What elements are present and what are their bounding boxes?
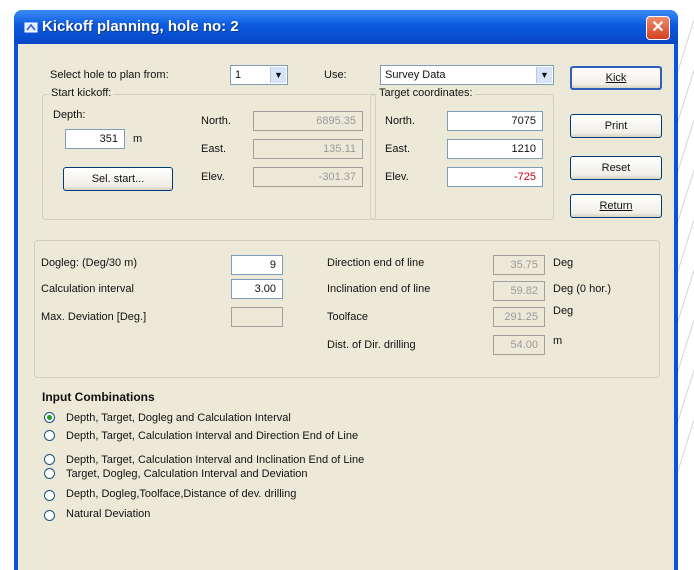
depth-field[interactable]: 351 <box>65 129 125 149</box>
radio-option-2-label[interactable]: Depth, Target, Calculation Interval and … <box>66 430 358 442</box>
title-bar[interactable]: Kickoff planning, hole no: 2 ✕ <box>14 10 678 44</box>
target-coordinates-title: Target coordinates: <box>377 87 475 99</box>
use-select-value: Survey Data <box>385 69 446 81</box>
calc-interval-label: Calculation interval <box>41 283 134 295</box>
target-coordinates-group: Target coordinates: North. 7075 East. 12… <box>370 87 554 220</box>
radio-option-3-label[interactable]: Depth, Target, Calculation Interval and … <box>66 454 364 466</box>
parameters-panel: Dogleg: (Deg/30 m) 9 Calculation interva… <box>34 240 660 378</box>
app-icon <box>24 22 38 33</box>
inclination-end-label: Inclination end of line <box>327 283 431 295</box>
radio-option-3[interactable] <box>44 454 55 465</box>
use-label: Use: <box>324 69 347 81</box>
dist-dir-drilling-label: Dist. of Dir. drilling <box>327 339 416 351</box>
target-east-field[interactable]: 1210 <box>447 139 543 159</box>
print-button-label: Print <box>604 120 628 132</box>
start-elev-field: -301.37 <box>253 167 363 187</box>
start-east-field: 135.11 <box>253 139 363 159</box>
inclination-end-field: 59.82 <box>493 281 545 301</box>
radio-option-4-label[interactable]: Target, Dogleg, Calculation Interval and… <box>66 468 308 480</box>
toolface-field: 291.25 <box>493 307 545 327</box>
calc-interval-field[interactable]: 3.00 <box>231 279 283 299</box>
start-east-label: East. <box>201 143 227 155</box>
radio-option-1[interactable] <box>44 412 55 423</box>
chevron-down-icon[interactable]: ▼ <box>270 67 286 83</box>
direction-end-unit: Deg <box>553 257 574 269</box>
hole-select[interactable]: 1 ▼ <box>230 65 288 85</box>
use-select[interactable]: Survey Data ▼ <box>380 65 554 85</box>
start-north-label: North. <box>201 115 231 127</box>
start-kickoff-group: Start kickoff: Depth: 351 m Sel. start..… <box>42 87 376 220</box>
start-north-field: 6895.35 <box>253 111 363 131</box>
kickoff-planning-window: Kickoff planning, hole no: 2 ✕ Select ho… <box>14 10 678 570</box>
radio-option-6[interactable] <box>44 510 55 521</box>
close-icon: ✕ <box>651 19 665 36</box>
radio-option-2[interactable] <box>44 430 55 441</box>
target-north-field[interactable]: 7075 <box>447 111 543 131</box>
input-combinations-title: Input Combinations <box>42 390 155 404</box>
target-elev-field[interactable]: -725 <box>447 167 543 187</box>
hole-select-value: 1 <box>235 69 242 81</box>
target-north-label: North. <box>385 115 415 127</box>
reset-button[interactable]: Reset <box>570 156 662 180</box>
dogleg-field[interactable]: 9 <box>231 255 283 275</box>
window-title: Kickoff planning, hole no: 2 <box>42 18 239 35</box>
kick-button-label: Kick <box>605 72 627 84</box>
toolface-unit: Deg <box>553 305 574 317</box>
depth-unit: m <box>133 133 143 145</box>
print-button[interactable]: Print <box>570 114 662 138</box>
start-kickoff-title: Start kickoff: <box>49 87 114 99</box>
sel-start-label: Sel. start... <box>91 173 145 185</box>
dist-dir-drilling-field: 54.00 <box>493 335 545 355</box>
start-elev-label: Elev. <box>201 171 225 183</box>
target-east-label: East. <box>385 143 411 155</box>
direction-end-label: Direction end of line <box>327 257 425 269</box>
inclination-end-unit: Deg (0 hor.) <box>553 283 612 295</box>
dogleg-label: Dogleg: (Deg/30 m) <box>41 257 137 269</box>
radio-option-4[interactable] <box>44 468 55 479</box>
chevron-down-icon[interactable]: ▼ <box>536 67 552 83</box>
select-hole-label: Select hole to plan from: <box>50 69 169 81</box>
dialog-body: Select hole to plan from: 1 ▼ Use: Surve… <box>18 44 674 570</box>
return-button[interactable]: Return <box>570 194 662 218</box>
radio-option-1-label[interactable]: Depth, Target, Dogleg and Calculation In… <box>66 412 291 424</box>
return-button-label: Return <box>599 200 633 212</box>
target-elev-label: Elev. <box>385 171 409 183</box>
close-button[interactable]: ✕ <box>646 16 670 40</box>
max-deviation-field <box>231 307 283 327</box>
dist-dir-drilling-unit: m <box>553 335 563 347</box>
direction-end-field: 35.75 <box>493 255 545 275</box>
sel-start-button[interactable]: Sel. start... <box>63 167 173 191</box>
depth-label: Depth: <box>53 109 86 121</box>
reset-button-label: Reset <box>601 162 631 174</box>
radio-option-5[interactable] <box>44 490 55 501</box>
toolface-label: Toolface <box>327 311 368 323</box>
radio-option-5-label[interactable]: Depth, Dogleg,Toolface,Distance of dev. … <box>66 488 296 500</box>
kick-button[interactable]: Kick <box>570 66 662 90</box>
max-deviation-label: Max. Deviation [Deg.] <box>41 311 147 323</box>
radio-option-6-label[interactable]: Natural Deviation <box>66 508 150 520</box>
